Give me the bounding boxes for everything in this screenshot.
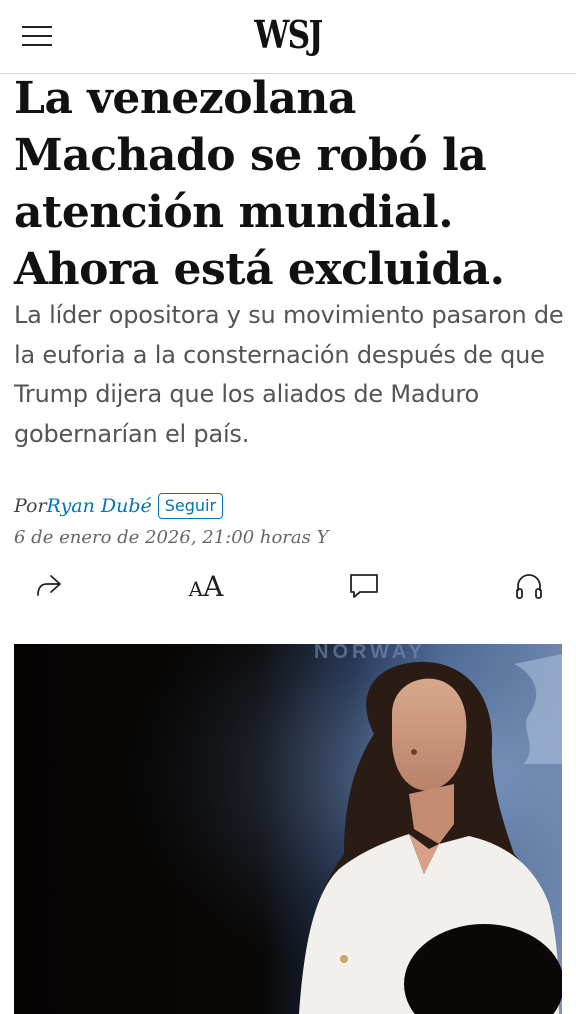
wsj-logo[interactable]: WSJ (52, 12, 524, 57)
byline-prefix: Por (14, 495, 47, 517)
headphones-icon[interactable] (507, 566, 551, 606)
top-navigation-bar: WSJ (0, 0, 576, 74)
article-toolbar: AA (0, 566, 576, 610)
byline: Por Ryan Dubé Seguir (14, 490, 224, 522)
article-headline: La venezolana Machado se robó la atenció… (14, 73, 505, 295)
text-size-icon: AA (188, 569, 224, 603)
comment-icon[interactable] (342, 566, 386, 606)
follow-button[interactable]: Seguir (157, 493, 224, 519)
backdrop-text: NORWAY (314, 644, 426, 663)
hamburger-menu-icon[interactable] (22, 24, 52, 48)
text-size-button[interactable]: AA (184, 566, 228, 606)
article-subheadline: La líder opositora y su movimiento pasar… (14, 301, 564, 448)
article-photo: NORWAY (14, 644, 562, 1014)
share-icon[interactable] (26, 566, 70, 606)
publish-date: 6 de enero de 2026, 21:00 horas Y (14, 527, 329, 548)
photo-illustration: NORWAY (14, 644, 562, 1014)
author-link[interactable]: Ryan Dubé (47, 495, 152, 517)
